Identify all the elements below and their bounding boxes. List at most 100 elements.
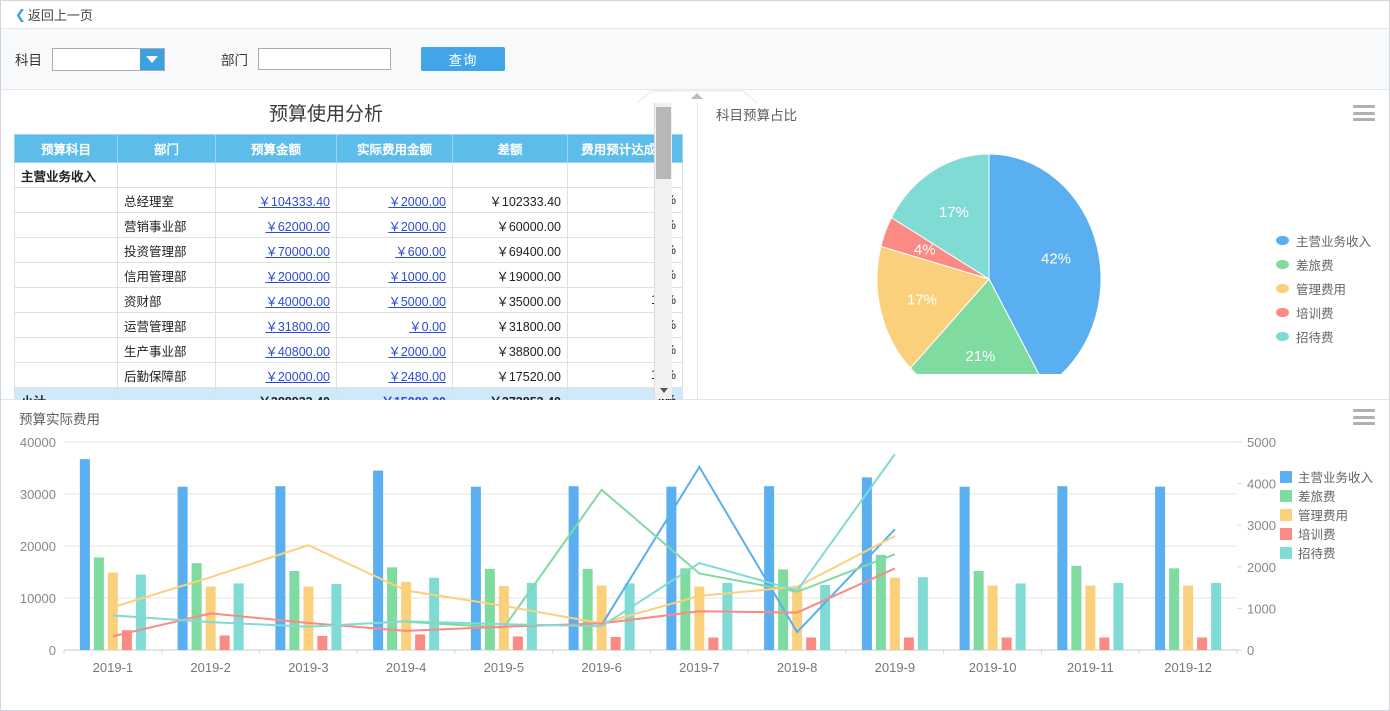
scrollbar-thumb[interactable] [656,107,671,179]
bar[interactable] [1016,583,1026,650]
query-button[interactable]: 查询 [421,47,505,71]
pie-chart-legend: 主营业务收入差旅费管理费用培训费招待费 [1276,228,1371,348]
bar[interactable] [988,586,998,650]
pie-legend-item[interactable]: 招待费 [1276,324,1371,348]
department-input[interactable] [258,48,391,70]
bar[interactable] [1113,583,1123,650]
bar-legend-item[interactable]: 差旅费 [1280,486,1373,505]
bar[interactable] [1071,566,1081,650]
bar[interactable] [1099,638,1109,650]
hamburger-menu-icon[interactable] [1353,104,1375,121]
table-cell [15,238,118,263]
bar[interactable] [960,487,970,650]
bar[interactable] [890,578,900,650]
bar[interactable] [415,634,425,650]
bar[interactable] [1002,638,1012,650]
amount-link[interactable]: ￥20000.00 [265,370,330,384]
bar[interactable] [1155,487,1165,650]
x-axis-tick-label: 2019-10 [969,660,1017,675]
bar[interactable] [680,568,690,650]
bar[interactable] [764,486,774,650]
amount-link[interactable]: ￥2000.00 [388,345,446,359]
bar[interactable] [583,569,593,650]
scroll-down-arrow-icon[interactable] [655,382,672,399]
amount-link[interactable]: ￥1000.00 [388,270,446,284]
amount-link[interactable]: ￥0.00 [409,320,446,334]
amount-link[interactable]: ￥5000.00 [388,295,446,309]
bar[interactable] [1169,568,1179,650]
bar[interactable] [387,567,397,650]
y2-axis-tick-label: 1000 [1247,601,1276,616]
bar[interactable] [1057,486,1067,650]
table-cell [15,338,118,363]
bar[interactable] [192,563,202,650]
bar[interactable] [820,585,830,650]
subject-select-value[interactable] [53,49,140,70]
back-to-previous-page-link[interactable]: ❮ 返回上一页 [15,5,93,24]
x-axis-tick-label: 2019-12 [1164,660,1212,675]
x-axis-tick-label: 2019-7 [679,660,719,675]
bar[interactable] [317,636,327,650]
pie-chart-panel: 科目预算占比 42%21%17%4%17% 主营业务收入差旅费管理费用培训费招待… [698,90,1389,399]
bar[interactable] [513,636,523,650]
bar[interactable] [1183,586,1193,650]
bar[interactable] [220,635,230,650]
bar-legend-item[interactable]: 主营业务收入 [1280,467,1373,486]
bar[interactable] [499,586,509,650]
table-cell: ￥104333.40 [216,188,337,213]
bar[interactable] [289,571,299,650]
bar-legend-label: 管理费用 [1298,505,1348,524]
amount-link[interactable]: ￥40000.00 [265,295,330,309]
table-cell: ￥0.00 [337,313,453,338]
table-row: 运营管理部￥31800.00￥0.00￥31800.000% [15,313,683,338]
y-axis-tick-label: 20000 [20,539,56,554]
bar[interactable] [136,575,146,650]
amount-link[interactable]: ￥40800.00 [265,345,330,359]
bar-legend-item[interactable]: 培训费 [1280,524,1373,543]
bar-legend-item[interactable]: 招待费 [1280,543,1373,562]
pie-legend-item[interactable]: 管理费用 [1276,276,1371,300]
bar[interactable] [80,459,90,650]
bar[interactable] [401,582,411,650]
subject-dropdown-arrow-icon[interactable] [140,49,164,70]
hamburger-menu-icon[interactable] [1353,408,1375,425]
line-series[interactable] [602,467,895,632]
amount-link[interactable]: ￥70000.00 [265,245,330,259]
panel-splitter-handle[interactable] [635,90,759,104]
amount-link[interactable]: ￥2480.00 [388,370,446,384]
bar[interactable] [974,571,984,650]
bar[interactable] [178,487,188,650]
bar[interactable] [303,587,313,650]
subject-select[interactable] [52,48,165,71]
bar[interactable] [485,569,495,650]
bar[interactable] [876,555,886,650]
bar[interactable] [1211,583,1221,650]
bar[interactable] [806,638,816,650]
amount-link[interactable]: ￥2000.00 [388,220,446,234]
bar[interactable] [611,637,621,650]
pie-legend-item[interactable]: 差旅费 [1276,252,1371,276]
amount-link[interactable]: ￥62000.00 [265,220,330,234]
amount-link[interactable]: ￥104333.40 [258,195,330,209]
bar[interactable] [792,586,802,650]
bar[interactable] [429,578,439,650]
amount-link[interactable]: ￥31800.00 [265,320,330,334]
bar-legend-item[interactable]: 管理费用 [1280,505,1373,524]
amount-link[interactable]: ￥20000.00 [265,270,330,284]
bar[interactable] [94,557,104,650]
bar[interactable] [206,587,216,650]
amount-link[interactable]: ￥600.00 [395,245,446,259]
bar[interactable] [1197,638,1207,650]
pie-legend-item[interactable]: 主营业务收入 [1276,228,1371,252]
bar[interactable] [708,638,718,650]
amount-link[interactable]: ￥2000.00 [388,195,446,209]
pie-slice-label: 4% [914,242,936,259]
pie-legend-item[interactable]: 培训费 [1276,300,1371,324]
bar[interactable] [1085,586,1095,650]
bar[interactable] [108,573,118,650]
x-axis-tick-label: 2019-2 [190,660,230,675]
bar[interactable] [331,584,341,650]
table-vertical-scrollbar[interactable] [654,90,672,399]
bar[interactable] [918,577,928,650]
bar[interactable] [904,638,914,650]
